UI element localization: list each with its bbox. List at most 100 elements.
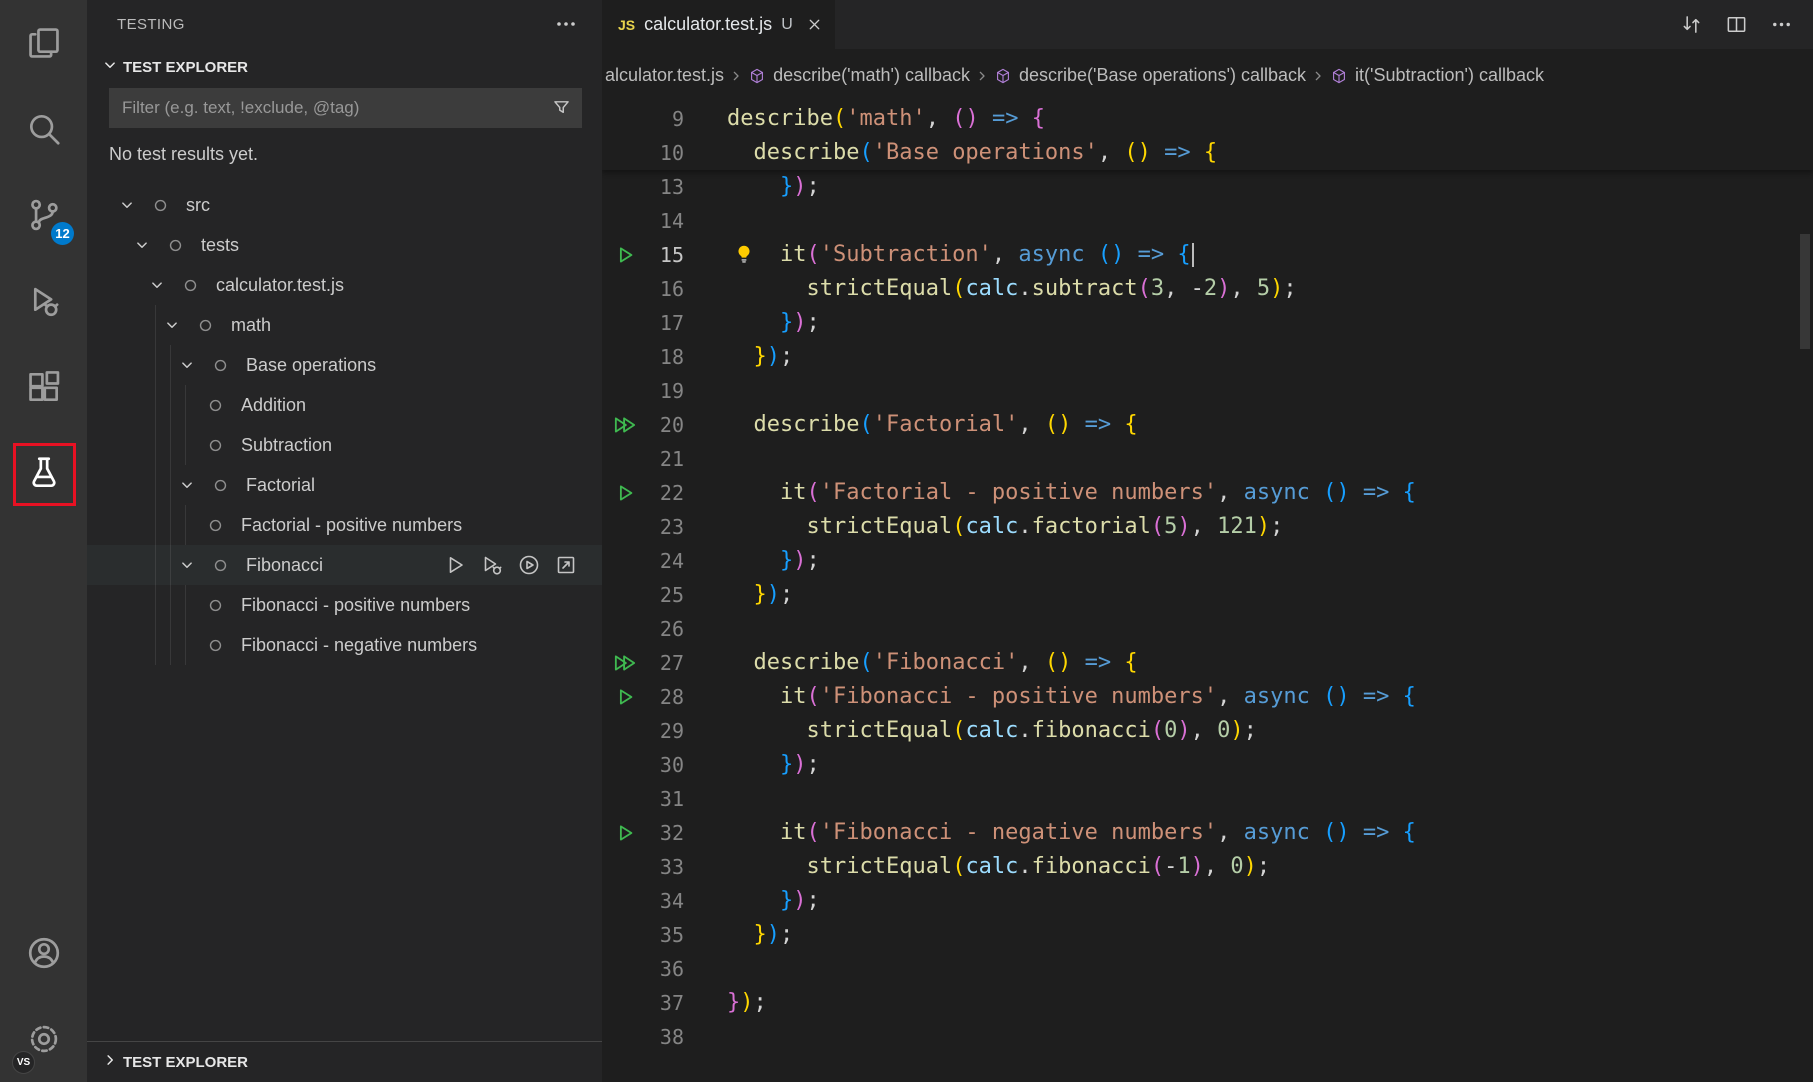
run-test-gutter-icon[interactable] — [602, 238, 648, 272]
chevron-down-icon[interactable] — [116, 196, 152, 214]
test-tree-item-subtraction[interactable]: Subtraction — [87, 425, 602, 465]
code-text[interactable]: describe('Base operations', () => { — [727, 136, 1217, 170]
code-text[interactable]: }); — [727, 578, 793, 612]
activity-item-settings-gear[interactable]: VS — [0, 996, 87, 1082]
test-tree-item-factorial[interactable]: Factorial — [87, 465, 602, 505]
breadcrumb-item[interactable]: alculator.test.js — [605, 65, 724, 86]
run-test-gutter-icon[interactable] — [602, 680, 648, 714]
test-tree-item-calculator-test-js[interactable]: calculator.test.js — [87, 265, 602, 305]
filter-icon[interactable] — [551, 97, 572, 123]
test-tree-item-fibonacci[interactable]: Fibonacci — [87, 545, 602, 585]
go-to-test-icon[interactable] — [554, 553, 578, 577]
breadcrumb-item[interactable]: it('Subtraction') callback — [1330, 65, 1544, 86]
chevron-down-icon[interactable] — [176, 356, 212, 374]
test-state-circle-icon — [152, 197, 186, 214]
indent-guide — [185, 385, 186, 425]
code-text[interactable]: it('Fibonacci - negative numbers', async… — [727, 816, 1416, 850]
test-tree-item-base-operations[interactable]: Base operations — [87, 345, 602, 385]
test-tree-item-fibonacci-negative-numbers[interactable]: Fibonacci - negative numbers — [87, 625, 602, 665]
code-text[interactable]: }); — [727, 918, 793, 952]
no-test-results-message: No test results yet. — [87, 136, 602, 167]
test-state-circle-icon — [207, 637, 241, 654]
run-test-gutter-icon[interactable] — [602, 476, 648, 510]
line-number: 30 — [648, 748, 684, 782]
chevron-down-icon[interactable] — [176, 476, 212, 494]
chevron-down-icon[interactable] — [146, 276, 182, 294]
lightbulb-icon — [733, 243, 755, 265]
more-actions-icon[interactable] — [1770, 13, 1793, 36]
test-explorer-collapsed-section[interactable]: TEST EXPLORER — [87, 1041, 602, 1082]
code-text[interactable]: it('Fibonacci - positive numbers', async… — [727, 680, 1416, 714]
gutter-glyph-margin — [602, 340, 648, 374]
gutter-glyph-margin — [602, 306, 648, 340]
code-text[interactable]: describe('Fibonacci', () => { — [727, 646, 1138, 680]
lightbulb-icon[interactable] — [733, 243, 755, 265]
activity-item-source-control[interactable]: 12 — [0, 172, 87, 258]
vscode-badge: VS — [12, 1051, 35, 1074]
run-test-icon — [614, 686, 636, 708]
code-line-30: 30 }); — [602, 748, 1813, 782]
code-text[interactable]: }); — [727, 170, 820, 204]
more-actions-icon[interactable] — [554, 12, 578, 36]
code-text[interactable]: }); — [727, 748, 820, 782]
run-all-tests-gutter-icon[interactable] — [602, 646, 648, 680]
activity-item-testing-flask[interactable] — [0, 430, 87, 516]
close-icon[interactable] — [806, 16, 823, 33]
code-text[interactable]: describe('Factorial', () => { — [727, 408, 1138, 442]
run-test-icon — [443, 553, 467, 577]
search-icon — [25, 110, 63, 148]
gutter-glyph-margin — [602, 544, 648, 578]
code-text[interactable]: }); — [727, 306, 820, 340]
test-tree-item-tests[interactable]: tests — [87, 225, 602, 265]
code-text[interactable]: strictEqual(calc.fibonacci(0), 0); — [727, 714, 1257, 748]
test-tree-item-addition[interactable]: Addition — [87, 385, 602, 425]
gutter-glyph-margin — [602, 578, 648, 612]
tab-calculator-test-js[interactable]: JS calculator.test.js U — [602, 0, 835, 49]
chevron-down-icon[interactable] — [161, 316, 197, 334]
chevron-right-icon — [974, 68, 990, 84]
code-line-26: 26 — [602, 612, 1813, 646]
activity-item-extensions[interactable] — [0, 344, 87, 430]
open-changes-icon[interactable] — [1680, 13, 1703, 36]
coverage-test-icon[interactable] — [517, 553, 541, 577]
debug-test-icon[interactable] — [480, 553, 504, 577]
run-test-icon[interactable] — [443, 553, 467, 577]
test-tree-item-src[interactable]: src — [87, 185, 602, 225]
code-text[interactable]: }); — [727, 884, 820, 918]
chevron-down-icon[interactable] — [131, 236, 167, 254]
scrollbar[interactable] — [1800, 234, 1810, 349]
run-test-gutter-icon[interactable] — [602, 816, 648, 850]
test-tree-item-factorial-positive-numbers[interactable]: Factorial - positive numbers — [87, 505, 602, 545]
code-text[interactable]: }); — [727, 986, 767, 1020]
line-number: 10 — [648, 136, 684, 170]
code-text[interactable]: strictEqual(calc.subtract(3, -2), 5); — [727, 272, 1297, 306]
test-filter-input[interactable] — [109, 88, 582, 128]
test-item-label: Factorial - positive numbers — [241, 515, 462, 536]
code-text[interactable]: }); — [727, 340, 793, 374]
editor-group: JS calculator.test.js U alculator.test.j… — [602, 0, 1813, 1082]
breadcrumb-item[interactable]: describe('math') callback — [748, 65, 970, 86]
code-text[interactable]: strictEqual(calc.fibonacci(-1), 0); — [727, 850, 1270, 884]
indent-guide — [170, 505, 171, 545]
code-text[interactable]: strictEqual(calc.factorial(5), 121); — [727, 510, 1283, 544]
line-number: 28 — [648, 680, 684, 714]
activity-item-run-debug[interactable] — [0, 258, 87, 344]
test-explorer-section-header[interactable]: TEST EXPLORER — [87, 48, 602, 86]
test-tree-item-fibonacci-positive-numbers[interactable]: Fibonacci - positive numbers — [87, 585, 602, 625]
run-all-tests-gutter-icon[interactable] — [602, 408, 648, 442]
activity-item-search[interactable] — [0, 86, 87, 172]
activity-item-files[interactable] — [0, 0, 87, 86]
indent-guide — [155, 425, 156, 465]
code-text[interactable]: it('Factorial - positive numbers', async… — [727, 476, 1416, 510]
activity-item-account[interactable] — [0, 910, 87, 996]
line-number: 26 — [648, 612, 684, 646]
split-editor-icon[interactable] — [1725, 13, 1748, 36]
chevron-down-icon — [178, 356, 196, 374]
code-text[interactable]: describe('math', () => { — [727, 102, 1045, 136]
test-state-circle-icon — [207, 517, 241, 534]
code-text[interactable]: }); — [727, 544, 820, 578]
breadcrumb-item[interactable]: describe('Base operations') callback — [994, 65, 1306, 86]
chevron-down-icon[interactable] — [176, 556, 212, 574]
test-tree-item-math[interactable]: math — [87, 305, 602, 345]
code-text[interactable]: it('Subtraction', async () => { — [727, 238, 1194, 272]
